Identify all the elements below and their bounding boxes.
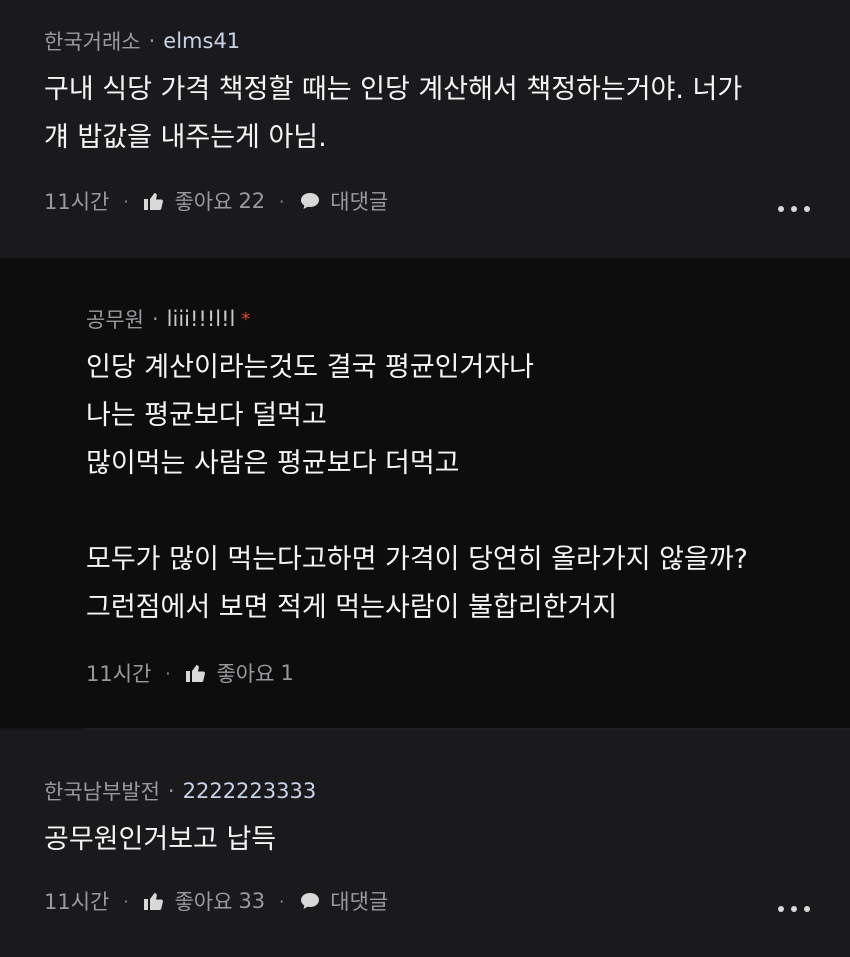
like-count: 1: [280, 661, 294, 685]
thumbs-up-icon: [142, 189, 166, 213]
dot: [791, 906, 797, 912]
dot: [791, 206, 797, 212]
comment-time: 11시간: [44, 890, 110, 914]
meta-separator: ·: [148, 29, 156, 53]
comment-meta: 한국남부발전 · 2222223333: [44, 776, 316, 806]
dot: [778, 906, 784, 912]
comment-actions: 11시간 · 좋아요 22 · 대댓글: [44, 186, 388, 216]
comment-line: 모두가 많이 먹는다고하면 가격이 당연히 올라가지 않을까?: [86, 544, 748, 575]
more-dots-icon[interactable]: [778, 904, 810, 914]
like-label: 좋아요: [174, 190, 233, 214]
like-button[interactable]: 좋아요 1: [184, 658, 294, 688]
author-handle[interactable]: elms41: [163, 29, 240, 53]
action-separator: ·: [165, 663, 171, 683]
like-count: 22: [238, 189, 266, 213]
like-button[interactable]: 좋아요 33: [142, 886, 265, 916]
author-name[interactable]: 한국남부발전: [44, 776, 160, 806]
comment-actions: 11시간 · 좋아요 1: [86, 658, 294, 688]
comment-item: 한국거래소 · elms41 구내 식당 가격 책정할 때는 인당 계산해서 책…: [0, 0, 850, 258]
comment-body: 공무원인거보고 납득: [44, 816, 276, 864]
comment-line: 많이먹는 사람은 평균보다 더먹고: [86, 448, 460, 479]
dot: [778, 206, 784, 212]
more-dots-icon[interactable]: [778, 204, 810, 214]
reply-label: 대댓글: [330, 190, 389, 214]
like-count: 33: [238, 889, 266, 913]
action-separator: ·: [279, 191, 285, 211]
thumbs-up-icon: [142, 889, 166, 913]
meta-separator: ·: [151, 307, 159, 331]
comment-meta: 공무원 · liii!!!l!l *: [86, 304, 250, 334]
comment-time: 11시간: [44, 190, 110, 214]
reply-label: 대댓글: [330, 890, 389, 914]
author-handle[interactable]: 2222223333: [183, 779, 317, 803]
comment-body: 인당 계산이라는것도 결국 평균인거자나 나는 평균보다 덜먹고 많이먹는 사람…: [86, 344, 748, 632]
author-name[interactable]: 한국거래소: [44, 26, 141, 56]
author-badge: *: [241, 308, 251, 330]
thumbs-up-icon: [184, 661, 208, 685]
comment-line: 걔 밥값을 내주는게 아님.: [44, 122, 327, 153]
reply-comment-item: 공무원 · liii!!!l!l * 인당 계산이라는것도 결국 평균인거자나 …: [0, 258, 850, 728]
comment-line: 구내 식당 가격 책정할 때는 인당 계산해서 책정하는거야. 너가: [44, 74, 743, 105]
action-separator: ·: [123, 191, 129, 211]
speech-bubble-icon: [298, 889, 322, 913]
like-label: 좋아요: [216, 662, 275, 686]
action-separator: ·: [279, 891, 285, 911]
like-button[interactable]: 좋아요 22: [142, 186, 265, 216]
reply-button[interactable]: 대댓글: [298, 886, 388, 916]
comment-line: 인당 계산이라는것도 결국 평균인거자나: [86, 352, 535, 383]
author-name[interactable]: 공무원: [86, 304, 144, 334]
reply-button[interactable]: 대댓글: [298, 186, 388, 216]
comment-body: 구내 식당 가격 책정할 때는 인당 계산해서 책정하는거야. 너가 걔 밥값을…: [44, 66, 742, 162]
comment-item: 한국남부발전 · 2222223333 공무원인거보고 납득 11시간 · 좋아…: [0, 730, 850, 957]
comment-line: 그런점에서 보면 적게 먹는사람이 불합리한거지: [86, 592, 618, 623]
comment-time: 11시간: [86, 662, 152, 686]
speech-bubble-icon: [298, 189, 322, 213]
comment-line: 공무원인거보고 납득: [44, 824, 277, 855]
author-handle[interactable]: liii!!!l!l: [167, 307, 236, 331]
comment-meta: 한국거래소 · elms41: [44, 26, 240, 56]
like-label: 좋아요: [174, 890, 233, 914]
dot: [804, 906, 810, 912]
meta-separator: ·: [167, 779, 175, 803]
comment-line: 나는 평균보다 덜먹고: [86, 400, 327, 431]
dot: [804, 206, 810, 212]
action-separator: ·: [123, 891, 129, 911]
comment-actions: 11시간 · 좋아요 33 · 대댓글: [44, 886, 388, 916]
